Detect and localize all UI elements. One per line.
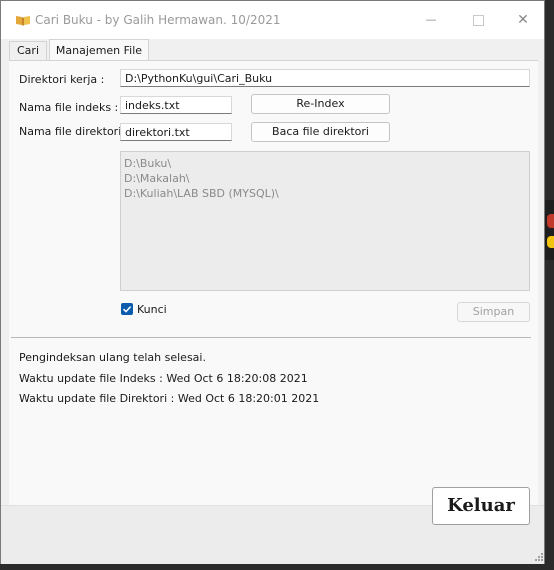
index-update-time: Waktu update file Indeks : Wed Oct 6 18:… [19, 372, 308, 385]
checkmark-icon [122, 306, 132, 313]
file-indeks-input[interactable]: indeks.txt [120, 96, 232, 114]
directory-line: D:\Kuliah\LAB SBD (MYSQL)\ [124, 187, 279, 200]
background-shape [547, 236, 554, 248]
simpan-button[interactable]: Simpan [457, 302, 530, 322]
tab-manajemen-file[interactable]: Manajemen File [49, 39, 149, 60]
tab-cari[interactable]: Cari [9, 41, 47, 60]
close-button[interactable]: ✕ [508, 9, 538, 31]
directory-line: D:\Buku\ [124, 157, 172, 170]
keluar-button[interactable]: Keluar [432, 487, 530, 525]
file-direktori-input[interactable]: direktori.txt [120, 123, 232, 141]
file-indeks-label: Nama file indeks : [19, 101, 119, 114]
status-message: Pengindeksan ulang telah selesai. [19, 351, 206, 364]
window-title: Cari Buku - by Galih Hermawan. 10/2021 [35, 13, 281, 27]
background-shape [547, 214, 554, 228]
resize-grip-icon[interactable] [534, 552, 544, 562]
manajemen-file-panel: Direktori kerja : D:\PythonKu\gui\Cari_B… [9, 60, 538, 506]
book-icon [16, 16, 30, 26]
directory-line: D:\Makalah\ [124, 172, 190, 185]
direktori-kerja-input[interactable]: D:\PythonKu\gui\Cari_Buku [120, 69, 530, 87]
minimize-button[interactable]: — [416, 9, 446, 31]
maximize-icon [472, 14, 484, 26]
kunci-checkbox[interactable] [121, 303, 133, 315]
title-bar[interactable]: Cari Buku - by Galih Hermawan. 10/2021 —… [1, 1, 544, 39]
baca-file-direktori-button[interactable]: Baca file direktori [251, 122, 390, 142]
direktori-list-textarea[interactable]: D:\Buku\ D:\Makalah\ D:\Kuliah\LAB SBD (… [120, 151, 530, 291]
background-desktop [545, 200, 554, 260]
directory-update-time: Waktu update file Direktori : Wed Oct 6 … [19, 392, 320, 405]
kunci-label[interactable]: Kunci [137, 303, 167, 316]
reindex-button[interactable]: Re-Index [251, 94, 390, 114]
maximize-button[interactable] [463, 9, 493, 31]
file-direktori-label: Nama file direktori : [19, 125, 129, 138]
separator [11, 337, 531, 338]
app-window: Cari Buku - by Galih Hermawan. 10/2021 —… [0, 0, 545, 564]
direktori-kerja-label: Direktori kerja : [19, 73, 105, 86]
